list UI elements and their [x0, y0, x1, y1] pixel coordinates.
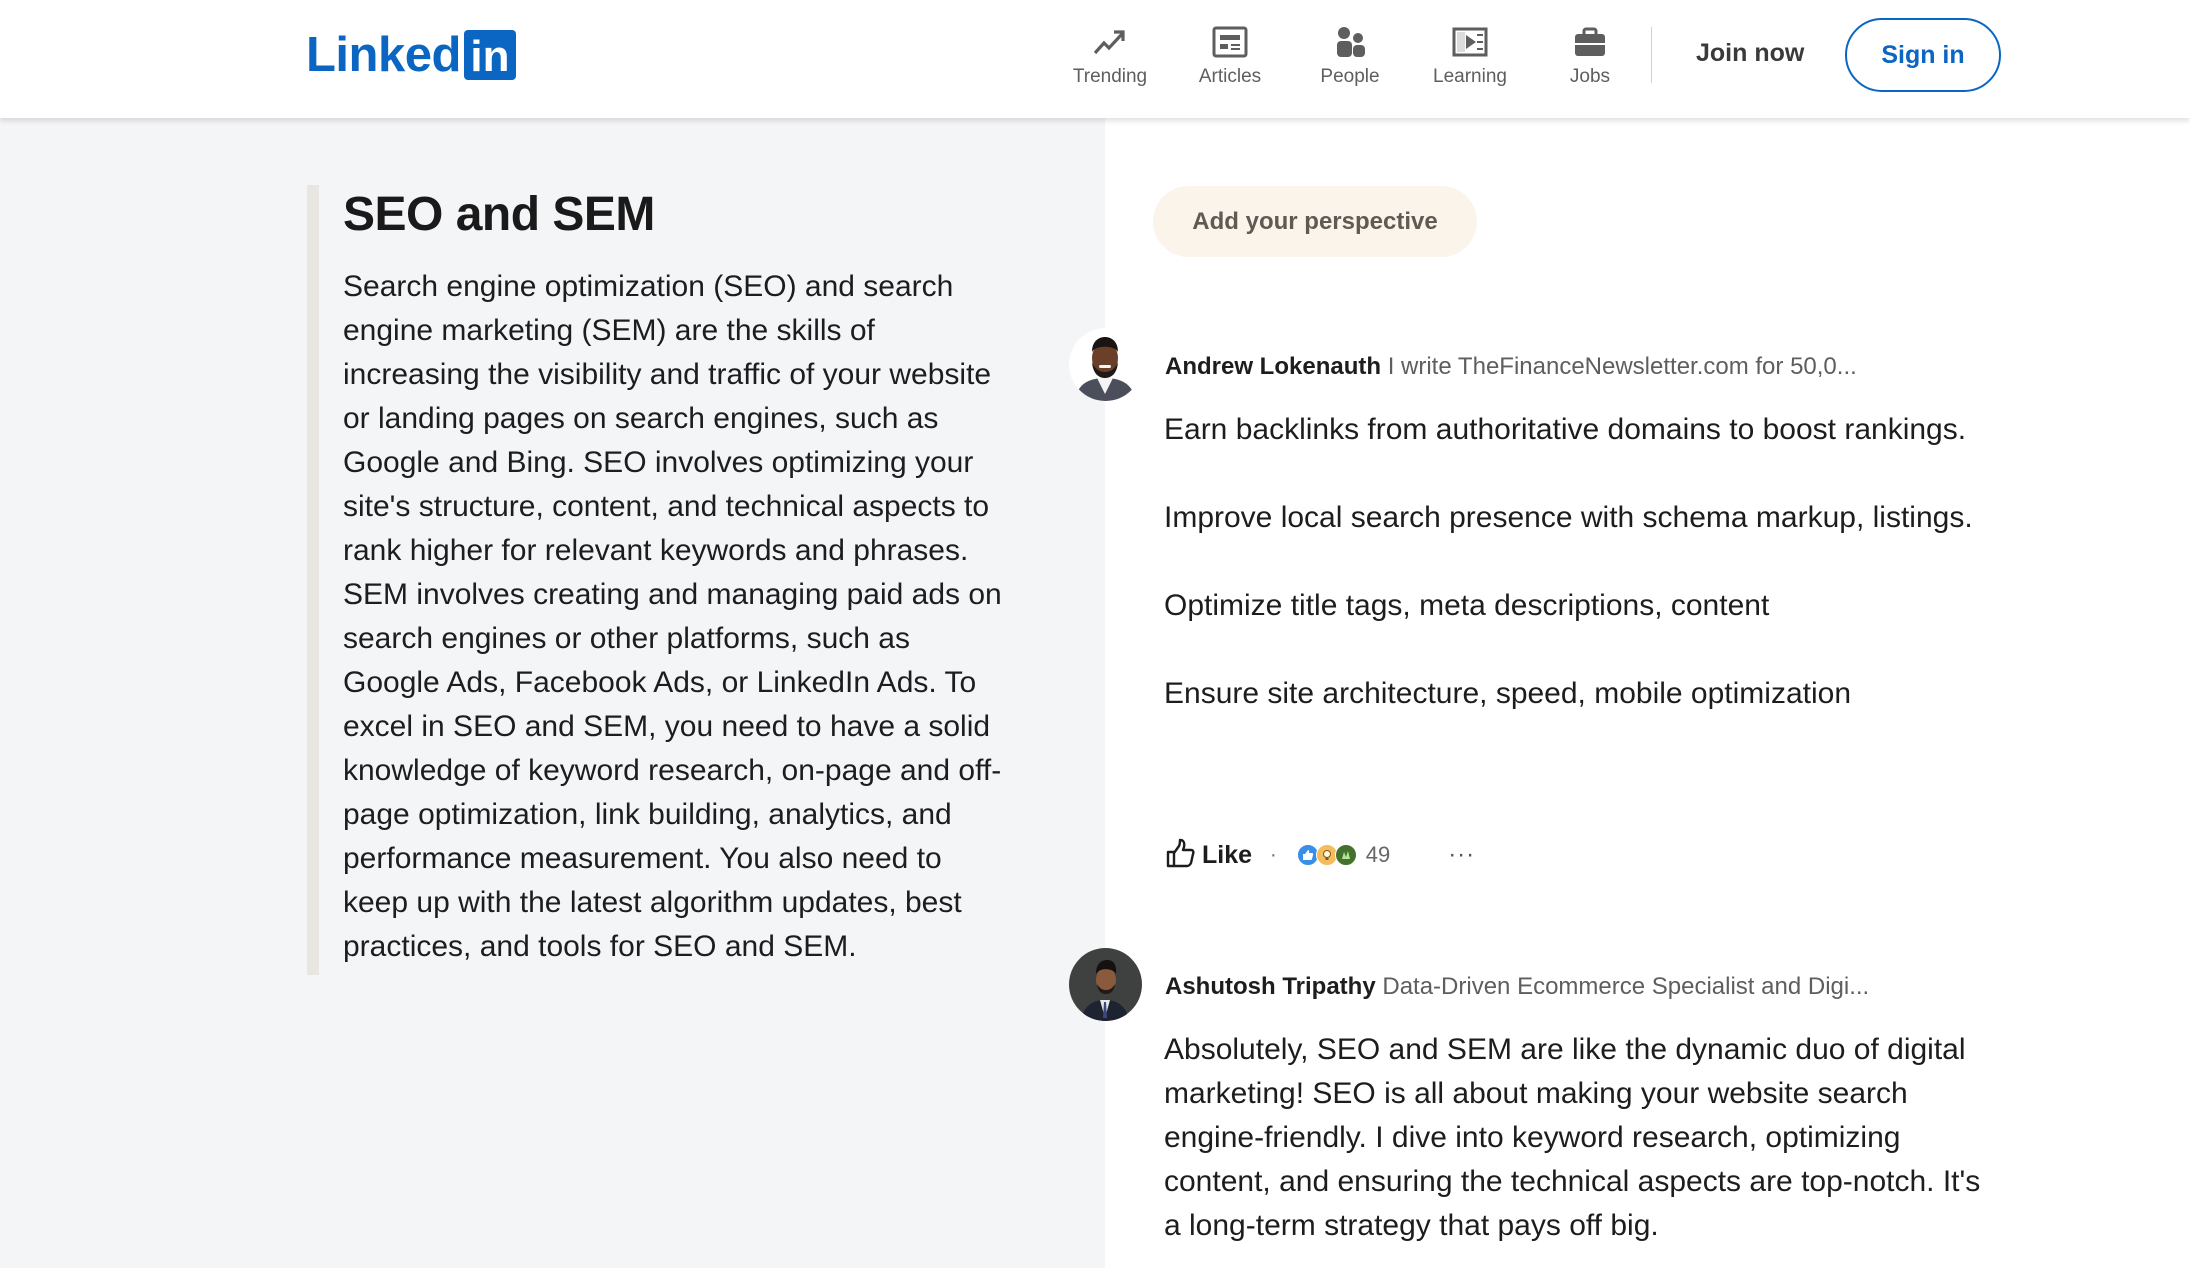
article-title: SEO and SEM	[343, 188, 655, 241]
comment-paragraph: Absolutely, SEO and SEM are like the dyn…	[1164, 1033, 1981, 1242]
comment-author-name[interactable]: Andrew Lokenauth	[1165, 353, 1381, 380]
articles-icon	[1212, 24, 1248, 60]
comment-body: Absolutely, SEO and SEM are like the dyn…	[1164, 1028, 1994, 1248]
celebrate-reaction-icon	[1334, 844, 1357, 866]
contributions-panel: Add your perspective Andrew Lokenauth I …	[1069, 118, 2190, 1268]
comment-author-line: Ashutosh Tripathy Data-Driven Ecommerce …	[1165, 972, 1869, 1002]
article-panel: SEO and SEM Search engine optimization (…	[0, 118, 1105, 1268]
top-header: Linked in Trending Articles People Learn…	[0, 0, 2190, 118]
nav-jobs-label: Jobs	[1569, 66, 1611, 87]
people-icon	[1332, 24, 1368, 60]
sign-in-button[interactable]: Sign in	[1845, 18, 2001, 92]
comment-actions: Like · 49 ···	[1164, 835, 1475, 875]
nav-people-label: People	[1320, 66, 1380, 87]
like-button[interactable]: Like	[1164, 837, 1252, 874]
comment-author-name[interactable]: Ashutosh Tripathy	[1165, 973, 1376, 1000]
comment-paragraph: Optimize title tags, meta descriptions, …	[1164, 589, 1770, 622]
nav-learning-label: Learning	[1433, 66, 1507, 87]
logo-in-badge: in	[463, 30, 516, 80]
comment-author-line: Andrew Lokenauth I write TheFinanceNewsl…	[1165, 352, 1857, 382]
nav-divider	[1651, 27, 1652, 83]
separator-dot: ·	[1270, 843, 1277, 866]
nav-trending[interactable]: Trending	[1055, 24, 1165, 94]
nav-articles[interactable]: Articles	[1175, 24, 1285, 94]
like-label: Like	[1202, 840, 1253, 869]
article-body: Search engine optimization (SEO) and sea…	[343, 270, 1002, 963]
comment-author-headline: I write TheFinanceNewsletter.com for 50,…	[1387, 353, 1857, 380]
nav-articles-label: Articles	[1198, 66, 1262, 87]
more-options-button[interactable]: ···	[1448, 843, 1475, 867]
add-perspective-button[interactable]: Add your perspective	[1153, 186, 1477, 257]
linkedin-logo[interactable]: Linked in	[306, 29, 516, 81]
join-now-button[interactable]: Join now	[1680, 26, 1820, 80]
logo-wordmark: Linked	[306, 28, 461, 82]
reactions-summary[interactable]: 49	[1296, 842, 1391, 868]
avatar-ashutosh-tripathy[interactable]	[1069, 948, 1142, 1021]
comment-body: Earn backlinks from authoritative domain…	[1164, 408, 1994, 716]
comment-paragraph: Ensure site architecture, speed, mobile …	[1164, 677, 1852, 710]
comment-author-headline: Data-Driven Ecommerce Specialist and Dig…	[1382, 973, 1870, 1000]
jobs-icon	[1572, 24, 1608, 60]
comment-paragraph: Improve local search presence with schem…	[1164, 501, 1973, 534]
nav-people[interactable]: People	[1295, 24, 1405, 94]
nav-jobs[interactable]: Jobs	[1535, 24, 1645, 94]
avatar-andrew-lokenauth[interactable]	[1069, 328, 1142, 401]
thumbs-up-icon	[1164, 837, 1196, 874]
reaction-count: 49	[1365, 842, 1391, 867]
article-section: SEO and SEM Search engine optimization (…	[307, 185, 1002, 975]
nav-trending-label: Trending	[1072, 66, 1148, 87]
trending-icon	[1092, 24, 1128, 60]
learning-icon	[1452, 24, 1488, 60]
comment-paragraph: Earn backlinks from authoritative domain…	[1164, 413, 1967, 446]
nav-learning[interactable]: Learning	[1415, 24, 1525, 94]
